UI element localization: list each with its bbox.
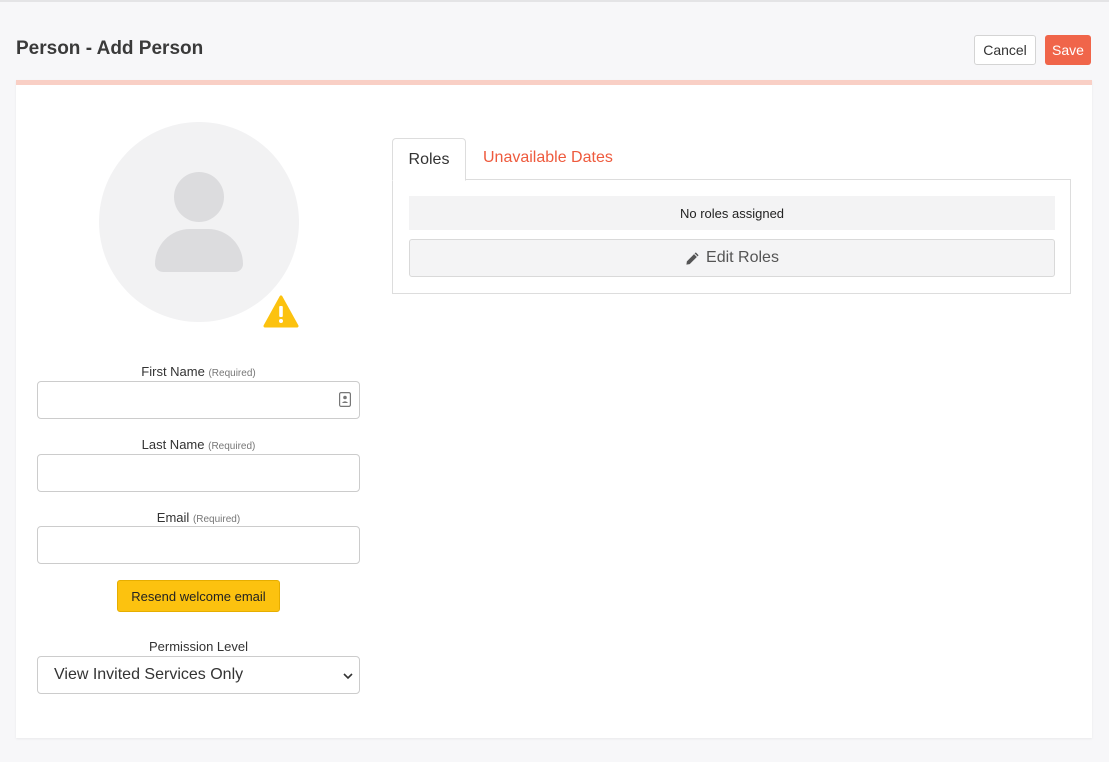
roles-tab-panel: No roles assigned Edit Roles	[392, 179, 1071, 294]
email-label-text: Email	[156, 510, 190, 525]
save-button[interactable]: Save	[1045, 35, 1091, 65]
top-divider	[0, 0, 1109, 2]
cancel-button[interactable]: Cancel	[974, 35, 1036, 65]
person-form-card: First Name (Required) Last Name (Require…	[16, 80, 1092, 738]
required-tag: (Required)	[208, 441, 256, 452]
last-name-input[interactable]	[37, 454, 360, 492]
last-name-label: Last Name (Required)	[37, 437, 360, 452]
tab-roles[interactable]: Roles	[392, 138, 466, 181]
warning-icon	[263, 295, 299, 328]
contact-card-icon[interactable]	[339, 392, 351, 407]
pencil-icon	[686, 251, 699, 265]
roles-empty-message: No roles assigned	[409, 196, 1055, 230]
required-tag: (Required)	[208, 368, 256, 379]
edit-roles-button[interactable]: Edit Roles	[409, 239, 1055, 277]
edit-roles-label: Edit Roles	[706, 249, 779, 266]
last-name-label-text: Last Name	[141, 437, 205, 452]
avatar[interactable]	[99, 122, 299, 322]
user-placeholder-body	[155, 229, 243, 272]
required-tag: (Required)	[192, 514, 241, 525]
first-name-label: First Name (Required)	[37, 364, 360, 379]
email-label: Email (Required)	[37, 510, 360, 525]
permission-level-value: View Invited Services Only	[54, 666, 244, 683]
permission-level-label: Permission Level	[149, 639, 248, 654]
email-input[interactable]	[37, 526, 360, 564]
permission-level-select[interactable]: View Invited Services Only	[37, 656, 360, 694]
resend-welcome-email-button[interactable]: Resend welcome email	[117, 580, 280, 612]
tab-unavailable-dates[interactable]: Unavailable Dates	[483, 149, 613, 167]
page-title: Person - Add Person	[16, 38, 204, 59]
chevron-down-icon	[343, 673, 353, 680]
first-name-label-text: First Name	[141, 364, 205, 379]
user-placeholder-icon	[174, 172, 224, 222]
first-name-input[interactable]	[37, 381, 360, 419]
